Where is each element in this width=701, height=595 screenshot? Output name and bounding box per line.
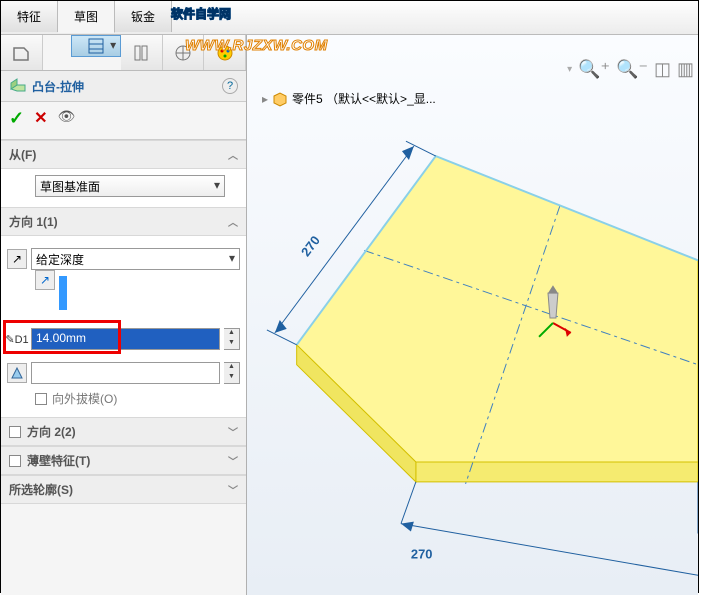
tab-sketch[interactable]: 草图 (58, 1, 115, 33)
ok-button[interactable]: ✓ (9, 108, 24, 129)
tab-featuremanager-icon[interactable] (71, 35, 122, 57)
from-plane-select[interactable]: 草图基准面 (35, 175, 225, 197)
expand-arrow-icon[interactable]: ▸ (262, 92, 268, 106)
tab-feature[interactable]: 特征 (1, 1, 58, 32)
chevron-down-icon: ﹀ (228, 424, 238, 439)
chevron-up-icon: ︿ (228, 214, 238, 229)
draft-icon[interactable] (7, 363, 27, 383)
thin-feature-header[interactable]: 薄壁特征(T) ﹀ (1, 446, 246, 475)
end-condition-select[interactable]: 给定深度 (31, 248, 240, 270)
extrude-icon (9, 77, 27, 95)
zoom-out-icon[interactable]: 🔍⁻ (616, 59, 648, 80)
tab-assembly-icon[interactable] (1, 35, 43, 70)
direction-arrow-icon[interactable]: ↗ (35, 270, 55, 290)
tab-configmanager-icon[interactable] (163, 35, 205, 70)
selected-contours-header[interactable]: 所选轮廓(S) ﹀ (1, 475, 246, 504)
chevron-up-icon: ︿ (228, 147, 238, 162)
depth-spinner[interactable]: ▲▼ (224, 328, 240, 350)
graphics-viewport[interactable]: 270 270 (247, 35, 698, 595)
dimension-width: 270 (411, 546, 433, 561)
dir2-checkbox[interactable] (9, 426, 21, 438)
depth-icon: ✎D1 (7, 329, 27, 349)
tab-sheetmetal[interactable]: 钣金 (115, 1, 172, 32)
tab-propertymanager-icon[interactable] (121, 35, 163, 70)
depth-input[interactable]: 14.00mm (31, 328, 220, 350)
feature-title: 凸台-拉伸 (32, 78, 84, 95)
direction1-header[interactable]: 方向 1(1) ︿ (1, 207, 246, 236)
from-header[interactable]: 从(F) ︿ (1, 140, 246, 169)
depth-slider[interactable] (59, 276, 67, 310)
dimension-depth: 270 (298, 233, 323, 259)
dropdown-icon[interactable]: ▾ (567, 64, 572, 75)
zoom-fit-icon[interactable]: 🔍⁺ (578, 59, 610, 80)
draft-outward-checkbox[interactable]: 向外拔模(O) (7, 390, 240, 407)
reverse-direction-icon[interactable]: ↗ (7, 249, 27, 269)
direction2-header[interactable]: 方向 2(2) ﹀ (1, 417, 246, 446)
cancel-button[interactable]: ✕ (34, 108, 47, 129)
chevron-down-icon: ﹀ (228, 482, 238, 497)
draft-spinner[interactable]: ▲▼ (224, 362, 240, 384)
chevron-down-icon: ﹀ (228, 453, 238, 468)
draft-input[interactable] (31, 362, 220, 384)
part-name: 零件5 （默认<<默认>_显... (292, 90, 436, 107)
view-cube-icon[interactable]: ◫ (654, 59, 671, 80)
preview-icon[interactable]: 👁 (58, 108, 76, 129)
thin-checkbox[interactable] (9, 455, 21, 467)
tab-appearance-icon[interactable] (204, 35, 246, 70)
help-icon[interactable]: ? (222, 78, 238, 94)
section-view-icon[interactable]: ▥ (677, 59, 694, 80)
part-icon (272, 91, 288, 107)
